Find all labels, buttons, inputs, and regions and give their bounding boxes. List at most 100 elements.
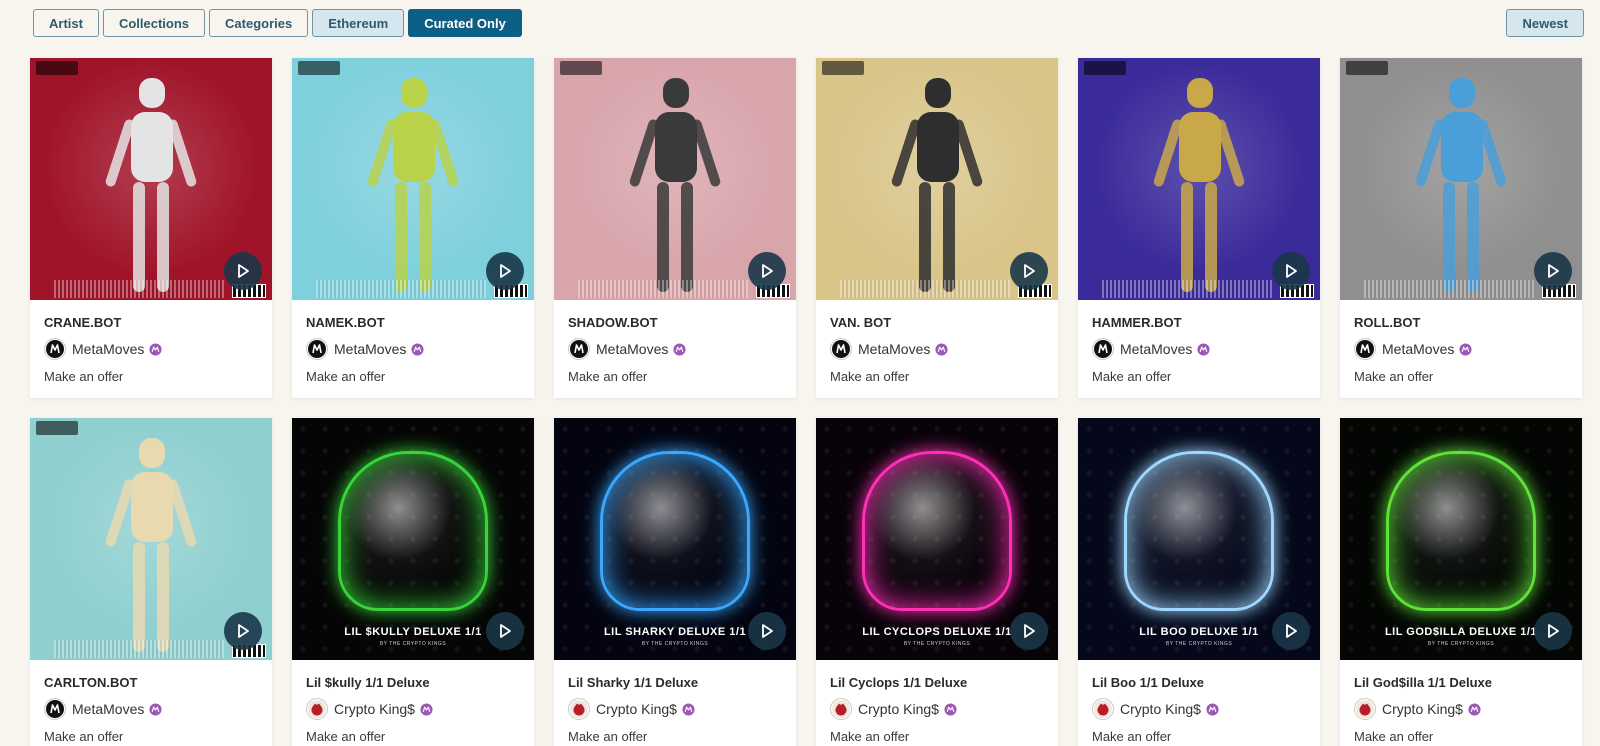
creator-name[interactable]: Crypto King$ (1120, 701, 1201, 717)
nft-artwork-image[interactable]: LIL $KULLY DELUXE 1/1 BY THE CRYPTO KINGS (292, 418, 534, 660)
nft-card[interactable]: NAMEK.BOT MetaMoves Make an offer (292, 58, 534, 398)
nft-artwork-image[interactable] (1340, 58, 1582, 300)
creator-row[interactable]: MetaMoves (830, 338, 1044, 360)
play-icon (1548, 624, 1559, 638)
play-button[interactable] (1272, 612, 1310, 650)
crypto-kings-logo-icon[interactable] (830, 698, 852, 720)
nft-artwork-image[interactable] (30, 418, 272, 660)
play-button[interactable] (1272, 252, 1310, 290)
creator-row[interactable]: Crypto King$ (1092, 698, 1306, 720)
categories-filter-button[interactable]: Categories (209, 9, 309, 37)
nft-artwork-image[interactable]: LIL SHARKY DELUXE 1/1 BY THE CRYPTO KINGS (554, 418, 796, 660)
play-button[interactable] (1010, 252, 1048, 290)
sort-newest-button[interactable]: Newest (1506, 9, 1584, 37)
nft-title[interactable]: Lil $kully 1/1 Deluxe (306, 675, 520, 691)
nft-card[interactable]: CRANE.BOT MetaMoves Make an offer (30, 58, 272, 398)
metamoves-logo-icon[interactable] (1092, 338, 1114, 360)
nft-card[interactable]: CARLTON.BOT MetaMoves Make an offer (30, 418, 272, 746)
creator-name[interactable]: MetaMoves (1120, 341, 1192, 357)
crypto-kings-logo-icon[interactable] (1092, 698, 1114, 720)
artist-filter-button[interactable]: Artist (33, 9, 99, 37)
creator-name[interactable]: Crypto King$ (334, 701, 415, 717)
creator-name[interactable]: MetaMoves (596, 341, 668, 357)
creator-name[interactable]: Crypto King$ (858, 701, 939, 717)
nft-title[interactable]: HAMMER.BOT (1092, 315, 1306, 331)
robot-figure (366, 70, 460, 300)
nft-title[interactable]: Lil Cyclops 1/1 Deluxe (830, 675, 1044, 691)
nft-title[interactable]: SHADOW.BOT (568, 315, 782, 331)
nft-card[interactable]: ROLL.BOT MetaMoves Make an offer (1340, 58, 1582, 398)
play-button[interactable] (1010, 612, 1048, 650)
metamoves-logo-icon[interactable] (830, 338, 852, 360)
nft-artwork-image[interactable] (1078, 58, 1320, 300)
creator-row[interactable]: Crypto King$ (568, 698, 782, 720)
nft-title[interactable]: CARLTON.BOT (44, 675, 258, 691)
creator-row[interactable]: MetaMoves (44, 698, 258, 720)
nft-artwork-image[interactable] (816, 58, 1058, 300)
nft-card[interactable]: VAN. BOT MetaMoves Make an offer (816, 58, 1058, 398)
metamoves-logo-icon[interactable] (44, 698, 66, 720)
verified-badge-icon (944, 702, 957, 716)
creator-name[interactable]: MetaMoves (72, 341, 144, 357)
creator-row[interactable]: MetaMoves (306, 338, 520, 360)
artwork-footer-text (1102, 280, 1272, 298)
creator-name[interactable]: MetaMoves (334, 341, 406, 357)
nft-artwork-image[interactable]: LIL GOD$ILLA DELUXE 1/1 BY THE CRYPTO KIN… (1340, 418, 1582, 660)
creator-row[interactable]: MetaMoves (1354, 338, 1568, 360)
card-info: Lil Sharky 1/1 Deluxe Crypto King$ Make an… (554, 675, 796, 744)
play-button[interactable] (1534, 252, 1572, 290)
creator-row[interactable]: MetaMoves (1092, 338, 1306, 360)
nft-card[interactable]: SHADOW.BOT MetaMoves Make an offer (554, 58, 796, 398)
nft-artwork-image[interactable] (292, 58, 534, 300)
nft-title[interactable]: CRANE.BOT (44, 315, 258, 331)
nft-card[interactable]: LIL SHARKY DELUXE 1/1 BY THE CRYPTO KINGS… (554, 418, 796, 746)
creator-name[interactable]: MetaMoves (1382, 341, 1454, 357)
creator-row[interactable]: Crypto King$ (830, 698, 1044, 720)
nft-card[interactable]: HAMMER.BOT MetaMoves Make an offer (1078, 58, 1320, 398)
metamoves-logo-icon[interactable] (1354, 338, 1376, 360)
creator-row[interactable]: Crypto King$ (306, 698, 520, 720)
nft-title[interactable]: Lil Sharky 1/1 Deluxe (568, 675, 782, 691)
nft-artwork-image[interactable] (30, 58, 272, 300)
creator-row[interactable]: Crypto King$ (1354, 698, 1568, 720)
creator-name[interactable]: Crypto King$ (1382, 701, 1463, 717)
play-button[interactable] (748, 252, 786, 290)
crypto-kings-logo-icon[interactable] (568, 698, 590, 720)
metamoves-logo-icon[interactable] (568, 338, 590, 360)
curated-only-filter-button[interactable]: Curated Only (408, 9, 522, 37)
play-button[interactable] (224, 252, 262, 290)
crypto-kings-logo-icon[interactable] (306, 698, 328, 720)
metamoves-logo-icon[interactable] (44, 338, 66, 360)
creator-name[interactable]: Crypto King$ (596, 701, 677, 717)
nft-title[interactable]: Lil Boo 1/1 Deluxe (1092, 675, 1306, 691)
robot-figure (1152, 70, 1246, 300)
play-icon (238, 264, 249, 278)
creator-row[interactable]: MetaMoves (44, 338, 258, 360)
play-button[interactable] (486, 252, 524, 290)
nft-artwork-image[interactable] (554, 58, 796, 300)
nft-title[interactable]: VAN. BOT (830, 315, 1044, 331)
creator-name[interactable]: MetaMoves (858, 341, 930, 357)
nft-card[interactable]: LIL GOD$ILLA DELUXE 1/1 BY THE CRYPTO KIN… (1340, 418, 1582, 746)
creator-name[interactable]: MetaMoves (72, 701, 144, 717)
nft-card[interactable]: LIL CYCLOPS DELUXE 1/1 BY THE CRYPTO KING… (816, 418, 1058, 746)
play-button[interactable] (486, 612, 524, 650)
play-button[interactable] (748, 612, 786, 650)
metamoves-logo-icon[interactable] (306, 338, 328, 360)
nft-card[interactable]: LIL $KULLY DELUXE 1/1 BY THE CRYPTO KINGS… (292, 418, 534, 746)
play-button[interactable] (1534, 612, 1572, 650)
nft-card[interactable]: LIL BOO DELUXE 1/1 BY THE CRYPTO KINGS Lil… (1078, 418, 1320, 746)
card-info: Lil Boo 1/1 Deluxe Crypto King$ Make an of… (1078, 675, 1320, 744)
play-button[interactable] (224, 612, 262, 650)
nft-title[interactable]: NAMEK.BOT (306, 315, 520, 331)
ethereum-filter-button[interactable]: Ethereum (312, 9, 405, 37)
crypto-kings-logo-icon[interactable] (1354, 698, 1376, 720)
nft-title[interactable]: Lil God$illa 1/1 Deluxe (1354, 675, 1568, 691)
artwork-date-tag (822, 61, 864, 75)
nft-artwork-image[interactable]: LIL CYCLOPS DELUXE 1/1 BY THE CRYPTO KING… (816, 418, 1058, 660)
collections-filter-button[interactable]: Collections (102, 9, 206, 37)
glowing-character (600, 451, 750, 611)
creator-row[interactable]: MetaMoves (568, 338, 782, 360)
nft-artwork-image[interactable]: LIL BOO DELUXE 1/1 BY THE CRYPTO KINGS (1078, 418, 1320, 660)
nft-title[interactable]: ROLL.BOT (1354, 315, 1568, 331)
